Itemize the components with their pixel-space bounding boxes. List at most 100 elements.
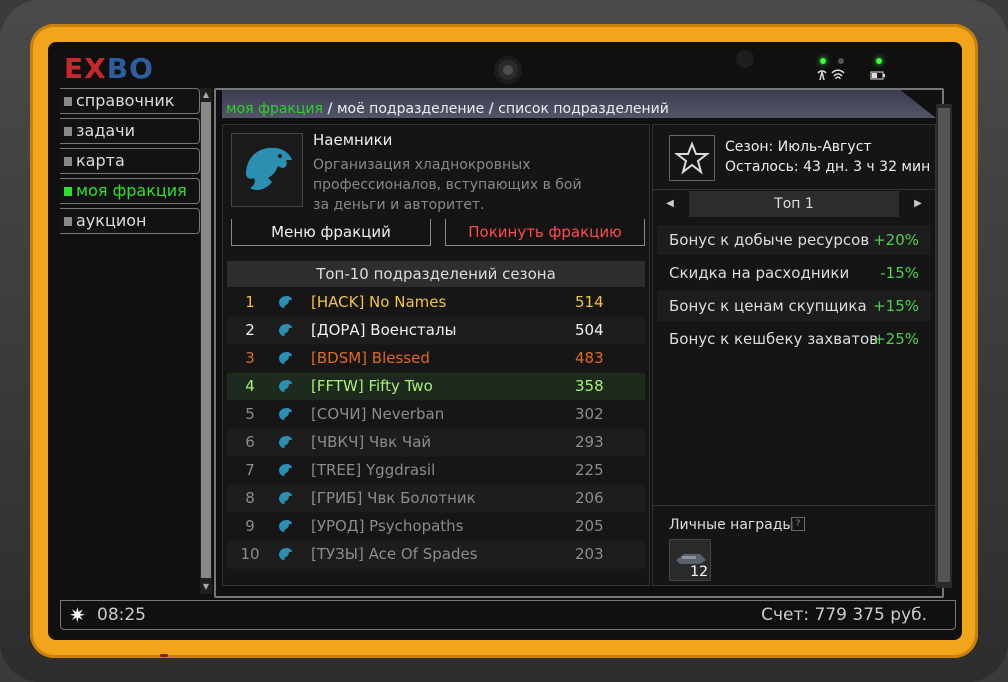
nav-item-label: задачи [76, 121, 136, 140]
table-row[interactable]: 5 [СОЧИ] Neverban 302 [227, 401, 645, 429]
sidebar-nav: справочник задачи карта моя фракция аукц… [60, 88, 200, 238]
content-scrollbar[interactable] [936, 104, 952, 588]
bonus-row: Бонус к ценам скупщика +15% [657, 291, 931, 321]
nav-item-auction[interactable]: аукцион [60, 208, 200, 234]
logo-letter-x: X [84, 52, 107, 85]
row-rank: 3 [245, 349, 255, 367]
bonus-value: +15% [873, 297, 919, 315]
row-unit-name: [СОЧИ] Neverban [311, 405, 445, 423]
breadcrumb-current[interactable]: моя фракция [226, 101, 323, 117]
leave-faction-button[interactable]: Покинуть фракцию [445, 219, 645, 246]
faction-menu-button[interactable]: Меню фракций [231, 219, 431, 246]
content-scroll-thumb[interactable] [938, 108, 950, 582]
sensor-icon [736, 50, 754, 68]
row-rank: 1 [245, 293, 255, 311]
sun-icon: ✷ [69, 603, 86, 627]
unit-eagle-icon [279, 296, 292, 308]
unit-eagle-icon [279, 380, 292, 392]
exbo-logo: EXBO [64, 52, 154, 85]
nav-bullet-icon [64, 217, 72, 226]
row-rank: 9 [245, 517, 255, 535]
row-score: 358 [575, 377, 604, 395]
prev-arrow-icon[interactable]: ◀ [657, 191, 683, 217]
nav-scroll-thumb[interactable] [201, 102, 211, 578]
bonus-label: Бонус к ценам скупщика [669, 297, 867, 315]
row-score: 302 [575, 405, 604, 423]
faction-description-line: профессионалов, вступающих в бой [313, 177, 582, 193]
status-time: 08:25 [97, 605, 146, 625]
scroll-up-icon[interactable]: ▲ [201, 90, 211, 100]
camera-icon [494, 56, 522, 84]
nav-bullet-icon [64, 97, 72, 106]
row-unit-name: [FFTW] Fifty Two [311, 377, 433, 395]
help-icon[interactable]: ? [791, 517, 805, 531]
table-row[interactable]: 3 [BDSM] Blessed 483 [227, 345, 645, 373]
unit-eagle-icon [279, 464, 292, 476]
nav-item-label: моя фракция [76, 181, 187, 200]
logo-letters-bo: BO [106, 52, 154, 85]
row-rank: 2 [245, 321, 255, 339]
breadcrumb-my-unit[interactable]: моё подразделение [337, 101, 484, 117]
table-row[interactable]: 6 [ЧВКЧ] Чвк Чай 293 [227, 429, 645, 457]
bonus-label: Скидка на расходники [669, 264, 850, 282]
table-row[interactable]: 7 [TREE] Yggdrasil 225 [227, 457, 645, 485]
battery-icon [870, 71, 885, 80]
nav-item-label: аукцион [76, 211, 147, 230]
row-score: 514 [575, 293, 604, 311]
nav-item-tasks[interactable]: задачи [60, 118, 200, 144]
table-row[interactable]: 9 [УРОД] Psychopaths 205 [227, 513, 645, 541]
nav-item-my-faction[interactable]: моя фракция [60, 178, 200, 204]
row-unit-name: [ТУЗЫ] Ace Of Spades [311, 545, 478, 563]
row-score: 225 [575, 461, 604, 479]
logo-letter-e: E [64, 52, 85, 85]
bonus-value: +25% [873, 330, 919, 348]
table-row[interactable]: 1 [HACK] No Names 514 [227, 289, 645, 317]
nav-item-map[interactable]: карта [60, 148, 200, 174]
scroll-down-icon[interactable]: ▼ [201, 582, 211, 592]
table-row[interactable]: 4 [FFTW] Fifty Two 358 [227, 373, 645, 401]
faction-name: Наемники [313, 131, 393, 149]
account-balance: Счет: 779 375 руб. [761, 605, 927, 625]
nav-bullet-icon [64, 127, 72, 136]
breadcrumb-separator: / [488, 101, 494, 117]
row-score: 205 [575, 517, 604, 535]
unit-eagle-icon [279, 408, 292, 420]
row-unit-name: [ДОРА] Военсталы [311, 321, 457, 339]
nav-scrollbar[interactable]: ▲ ▼ [200, 88, 212, 594]
row-score: 206 [575, 489, 604, 507]
table-row[interactable]: 8 [ГРИБ] Чвк Болотник 206 [227, 485, 645, 513]
screen: EXBO справочник задачи карта моя фракция… [48, 42, 962, 640]
unit-eagle-icon [279, 548, 292, 560]
divider [653, 505, 935, 506]
row-rank: 4 [245, 377, 255, 395]
faction-panel: Наемники Организация хладнокровных профе… [222, 124, 650, 586]
bonus-value: -15% [880, 264, 919, 282]
table-row[interactable]: 10 [ТУЗЫ] Ace Of Spades 203 [227, 541, 645, 569]
top-rank-label: Топ 1 [689, 191, 899, 217]
row-rank: 10 [240, 545, 260, 563]
top10-table: 1 [HACK] No Names 514 2 [ДОРА] Военсталы 504 3… [227, 289, 645, 569]
nav-bullet-icon [64, 187, 72, 196]
nav-bullet-icon [64, 157, 72, 166]
nav-item-label: справочник [76, 91, 175, 110]
top-rank-selector: ◀ Топ 1 ▶ [657, 191, 931, 217]
row-score: 203 [575, 545, 604, 563]
breadcrumb: моя фракция / моё подразделение / список… [222, 90, 936, 118]
table-row[interactable]: 2 [ДОРА] Военсталы 504 [227, 317, 645, 345]
personal-awards-title: Личные награды [669, 517, 794, 533]
breadcrumb-unit-list[interactable]: список подразделений [498, 101, 669, 117]
row-unit-name: [ГРИБ] Чвк Болотник [311, 489, 476, 507]
status-bar: ✷ 08:25 Счет: 779 375 руб. [60, 600, 956, 630]
nav-item-handbook[interactable]: справочник [60, 88, 200, 114]
indicator-led [160, 654, 168, 657]
faction-description: Организация хладнокровных профессионалов… [313, 155, 583, 215]
award-item[interactable]: 12 [669, 539, 711, 581]
bonus-row: Бонус к добыче ресурсов +20% [657, 225, 931, 255]
bonus-row: Бонус к кешбеку захватов +25% [657, 324, 931, 354]
bonus-row: Скидка на расходники -15% [657, 258, 931, 288]
nav-item-label: карта [76, 151, 125, 170]
top10-table-title: Топ-10 подразделений сезона [227, 261, 645, 287]
unit-eagle-icon [279, 520, 292, 532]
next-arrow-icon[interactable]: ▶ [905, 191, 931, 217]
row-rank: 8 [245, 489, 255, 507]
